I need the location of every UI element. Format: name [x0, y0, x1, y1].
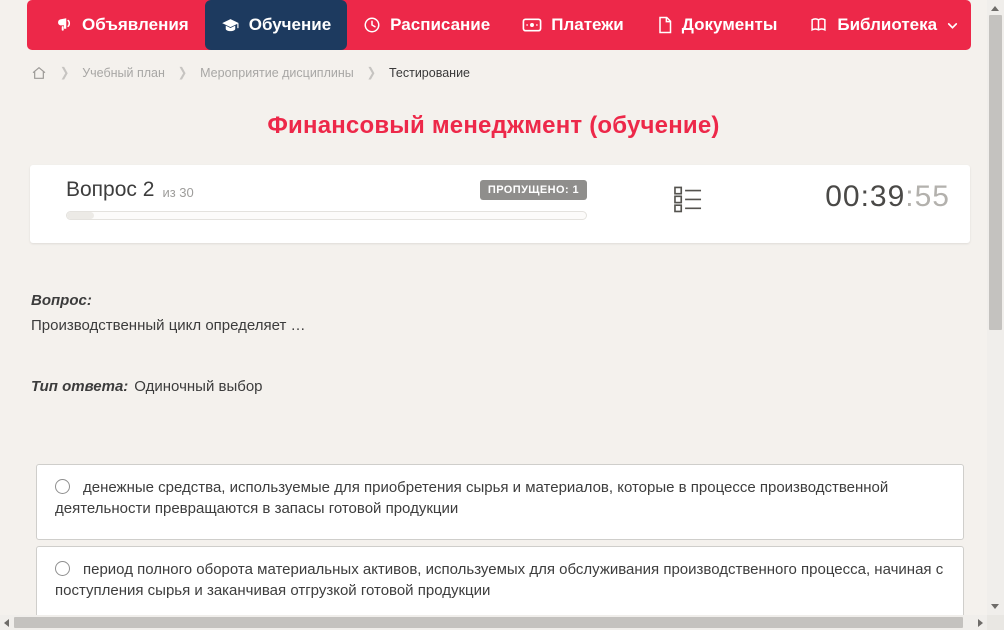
question-total: из 30 — [162, 184, 194, 200]
nav-item-label: Обучение — [248, 15, 332, 34]
scrollbar-corner — [987, 615, 1004, 630]
breadcrumb-separator: ❯ — [60, 65, 70, 80]
breadcrumb-current-testing: Тестирование — [388, 66, 471, 80]
home-icon[interactable] — [31, 65, 47, 81]
answer-type-row: Тип ответа: Одиночный выбор — [31, 378, 263, 395]
radio-option-1[interactable] — [55, 479, 70, 494]
nav-item-documents[interactable]: Документы — [640, 0, 794, 50]
answer-type-label: Тип ответа: — [31, 378, 129, 395]
nav-item-schedule[interactable]: Расписание — [347, 0, 506, 50]
nav-item-library[interactable]: Библиотека — [793, 0, 975, 50]
question-list-icon — [674, 186, 702, 217]
megaphone-icon — [55, 16, 73, 34]
vertical-scrollbar[interactable] — [987, 0, 1004, 615]
answer-option-1[interactable]: денежные средства, используемые для прио… — [36, 464, 964, 540]
skipped-badge: ПРОПУЩЕНО: 1 — [479, 180, 587, 200]
nav-item-payments[interactable]: Платежи — [506, 0, 640, 50]
scroll-up-arrow-icon[interactable] — [991, 6, 999, 11]
question-list-button[interactable] — [674, 186, 702, 213]
graduation-cap-icon — [221, 16, 240, 35]
answer-type-value: Одиночный выбор — [134, 378, 263, 395]
nav-item-learning[interactable]: Обучение — [204, 0, 348, 50]
banknote-icon — [522, 16, 542, 34]
nav-item-label: Платежи — [551, 15, 624, 34]
breadcrumb-link-discipline-event[interactable]: Мероприятие дисциплины — [200, 66, 354, 80]
scroll-left-arrow-icon[interactable] — [4, 618, 9, 627]
quiz-progress-fill — [67, 212, 94, 219]
scroll-down-arrow-icon[interactable] — [991, 604, 999, 609]
page-content: Объявления Обучение Расписание Платежи Д… — [0, 0, 987, 615]
breadcrumb-link-curriculum[interactable]: Учебный план — [82, 66, 165, 80]
answer-option-text: денежные средства, используемые для прио… — [55, 479, 889, 517]
timer-seconds: :55 — [905, 180, 950, 213]
main-nav: Объявления Обучение Расписание Платежи Д… — [27, 0, 971, 50]
question-header-card: Вопрос 2 из 30 ПРОПУЩЕНО: 1 00:39:55 — [30, 165, 970, 243]
horizontal-scrollbar[interactable] — [0, 615, 987, 630]
page-title: Финансовый менеджмент (обучение) — [267, 112, 720, 139]
breadcrumb: ❯ Учебный план ❯ Мероприятие дисциплины … — [31, 61, 470, 85]
nav-item-label: Библиотека — [837, 15, 938, 34]
question-progress-block: Вопрос 2 из 30 ПРОПУЩЕНО: 1 — [66, 178, 587, 220]
quiz-progress-bar — [66, 211, 587, 220]
answer-option-text: период полного оборота материальных акти… — [55, 561, 944, 599]
question-text: Производственный цикл определяет … — [31, 317, 306, 334]
timer: 00:39:55 — [825, 180, 950, 214]
answer-option-2[interactable]: период полного оборота материальных акти… — [36, 546, 964, 615]
nav-item-label: Документы — [681, 15, 778, 34]
book-icon — [809, 16, 828, 34]
question-heading: Вопрос: — [31, 292, 92, 309]
nav-item-label: Объявления — [82, 15, 189, 34]
chevron-down-icon — [946, 19, 959, 32]
vertical-scrollbar-thumb[interactable] — [989, 15, 1002, 330]
timer-hours-minutes: 00:39 — [825, 180, 906, 213]
document-icon — [656, 16, 673, 34]
breadcrumb-separator: ❯ — [366, 65, 376, 80]
clock-icon — [363, 16, 381, 34]
breadcrumb-separator: ❯ — [177, 65, 188, 80]
nav-item-label: Расписание — [390, 15, 491, 34]
horizontal-scrollbar-thumb[interactable] — [14, 617, 963, 628]
radio-option-2[interactable] — [55, 561, 70, 576]
nav-item-announcements[interactable]: Объявления — [39, 0, 205, 50]
scroll-right-arrow-icon[interactable] — [978, 618, 983, 627]
question-number: Вопрос 2 — [66, 178, 155, 201]
